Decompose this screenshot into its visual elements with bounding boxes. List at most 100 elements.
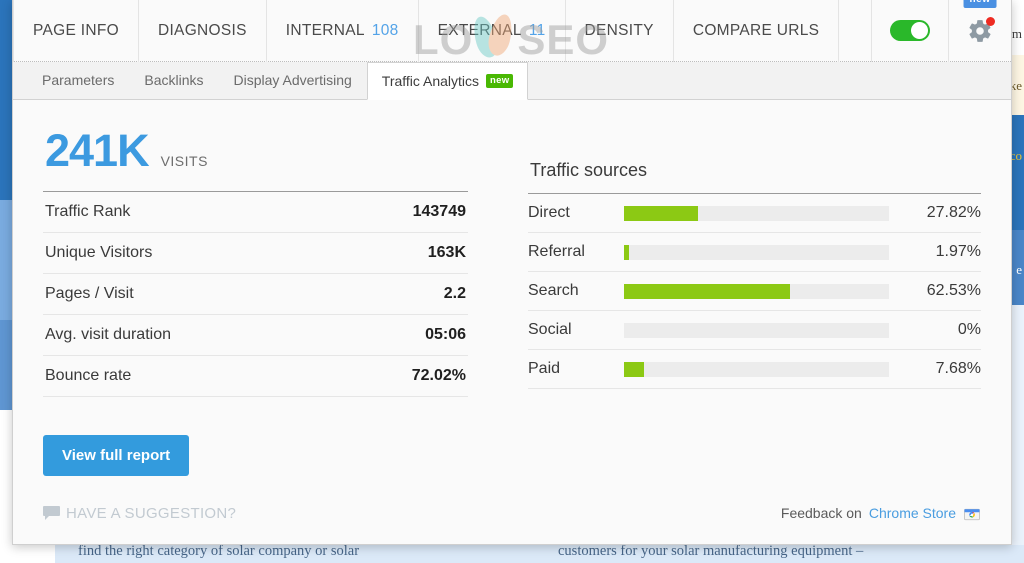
stat-label: Avg. visit duration xyxy=(45,326,171,343)
source-bar-cell xyxy=(624,272,911,311)
stat-label: Unique Visitors xyxy=(45,244,153,261)
nav-tab-label: INTERNAL xyxy=(285,21,365,39)
stats-table: Traffic Rank 143749 Unique Visitors 163K… xyxy=(43,191,468,397)
source-percent: 27.82% xyxy=(926,204,981,221)
new-badge: new xyxy=(486,73,514,89)
gear-icon[interactable] xyxy=(967,16,995,44)
stats-column: 241K VISITS Traffic Rank 143749 Unique V… xyxy=(43,118,468,544)
extension-toggle[interactable] xyxy=(890,20,930,41)
stat-value: 05:06 xyxy=(425,326,466,343)
toggle-knob xyxy=(911,22,928,39)
nav-right-controls: new xyxy=(872,0,1011,62)
stat-label: Bounce rate xyxy=(45,367,132,384)
source-label: Referral xyxy=(528,243,585,260)
sub-tab-label: Backlinks xyxy=(144,72,204,88)
progress-track xyxy=(624,283,889,299)
source-label: Paid xyxy=(528,360,561,377)
notification-dot xyxy=(986,16,995,26)
progress-track xyxy=(624,322,889,338)
nav-tab-external[interactable]: EXTERNAL 11 xyxy=(419,0,566,62)
nav-tab-label: PAGE INFO xyxy=(33,21,119,39)
nav-tab-compare-urls[interactable]: COMPARE URLS xyxy=(674,0,840,62)
chrome-store-link[interactable]: Chrome Store xyxy=(869,505,956,521)
traffic-analytics-panel: 241K VISITS Traffic Rank 143749 Unique V… xyxy=(13,100,1011,544)
sub-tab-display-advertising[interactable]: Display Advertising xyxy=(219,61,367,99)
stat-value: 163K xyxy=(427,244,466,261)
source-label: Social xyxy=(528,321,572,338)
visits-value: 241K xyxy=(45,125,150,176)
stat-label: Traffic Rank xyxy=(45,203,131,220)
source-percent: 0% xyxy=(957,321,981,338)
table-row: Bounce rate 72.02% xyxy=(43,356,468,397)
source-label: Search xyxy=(528,282,579,299)
nav-tab-page-info[interactable]: PAGE INFO xyxy=(13,0,139,62)
nav-tab-diagnosis[interactable]: DIAGNOSIS xyxy=(139,0,267,62)
table-row: Referral 1.97% xyxy=(528,233,981,272)
visits-label: VISITS xyxy=(160,153,208,169)
bg-paragraph-left: find the right category of solar company… xyxy=(78,543,360,559)
bg-blue-band xyxy=(0,0,12,200)
feedback-prefix: Feedback on xyxy=(780,505,862,521)
progress-fill xyxy=(624,283,790,299)
visits-headline: 241K VISITS xyxy=(45,128,468,173)
table-row: Paid 7.68% xyxy=(528,350,981,389)
sub-tab-label: Parameters xyxy=(42,72,115,88)
source-percent: 7.68% xyxy=(935,360,981,377)
table-row: Pages / Visit 2.2 xyxy=(43,274,468,315)
nav-tab-internal[interactable]: INTERNAL 108 xyxy=(267,0,419,62)
source-percent: 62.53% xyxy=(926,282,981,299)
feedback-area: Feedback on Chrome Store xyxy=(781,504,981,522)
sub-tab-label: Display Advertising xyxy=(233,72,352,88)
new-badge: new xyxy=(963,0,997,8)
progress-track xyxy=(624,361,889,377)
traffic-sources-title: Traffic sources xyxy=(530,160,648,180)
source-bar-cell xyxy=(624,194,911,233)
main-navigation-bar: PAGE INFO DIAGNOSIS INTERNAL 108 EXTERNA… xyxy=(13,0,1011,62)
source-bar-cell xyxy=(624,233,911,272)
nav-tab-count: 11 xyxy=(528,21,546,39)
nav-tab-label: DIAGNOSIS xyxy=(157,21,247,39)
bg-paragraph-right: customers for your solar manufacturing e… xyxy=(558,543,864,559)
stat-value: 143749 xyxy=(412,203,466,220)
sub-navigation-bar: Parameters Backlinks Display Advertising… xyxy=(13,62,1011,100)
have-a-suggestion-link[interactable]: HAVE A SUGGESTION? xyxy=(43,505,236,522)
stat-label: Pages / Visit xyxy=(45,285,134,302)
stat-value: 2.2 xyxy=(443,285,466,302)
suggestion-label: HAVE A SUGGESTION? xyxy=(66,504,237,522)
sub-tab-traffic-analytics[interactable]: Traffic Analytics new xyxy=(366,62,529,100)
nav-tab-label: EXTERNAL xyxy=(437,21,522,39)
bg-blue-band xyxy=(0,200,12,320)
progress-track xyxy=(624,205,889,221)
traffic-sources-column: Traffic sources Direct 27.82% Referral 1… xyxy=(528,118,981,544)
speech-bubble-icon xyxy=(43,505,60,520)
view-full-report-button[interactable]: View full report xyxy=(43,435,190,476)
progress-fill xyxy=(624,205,698,221)
progress-fill xyxy=(624,361,645,377)
source-bar-cell xyxy=(624,350,911,389)
table-row: Social 0% xyxy=(528,311,981,350)
chrome-web-store-icon xyxy=(964,508,980,521)
nav-tab-count: 108 xyxy=(371,21,399,39)
nav-tab-label: DENSITY xyxy=(584,21,654,39)
table-row: Traffic Rank 143749 xyxy=(43,191,468,233)
sub-tab-parameters[interactable]: Parameters xyxy=(27,61,129,99)
table-row: Direct 27.82% xyxy=(528,193,981,233)
progress-fill xyxy=(624,244,630,260)
stat-value: 72.02% xyxy=(411,367,466,384)
bg-fragment-text: e xyxy=(1016,262,1022,277)
table-row: Unique Visitors 163K xyxy=(43,233,468,274)
table-row: Search 62.53% xyxy=(528,272,981,311)
nav-tab-label: COMPARE URLS xyxy=(692,21,820,39)
progress-track xyxy=(624,244,889,260)
source-percent: 1.97% xyxy=(935,243,981,260)
source-label: Direct xyxy=(528,204,570,221)
sub-tab-backlinks[interactable]: Backlinks xyxy=(129,61,218,99)
traffic-sources-table: Direct 27.82% Referral 1.97% Search 62.5… xyxy=(528,193,981,389)
extension-toggle-cell[interactable] xyxy=(872,0,949,62)
settings-cell[interactable]: new xyxy=(949,0,1011,62)
seo-extension-popup: PAGE INFO DIAGNOSIS INTERNAL 108 EXTERNA… xyxy=(12,0,1012,545)
nav-tab-density[interactable]: DENSITY xyxy=(566,0,674,62)
nav-spacer xyxy=(839,0,872,62)
source-bar-cell xyxy=(624,311,911,350)
panel-footer: HAVE A SUGGESTION? Feedback on Chrome St… xyxy=(13,482,1011,544)
